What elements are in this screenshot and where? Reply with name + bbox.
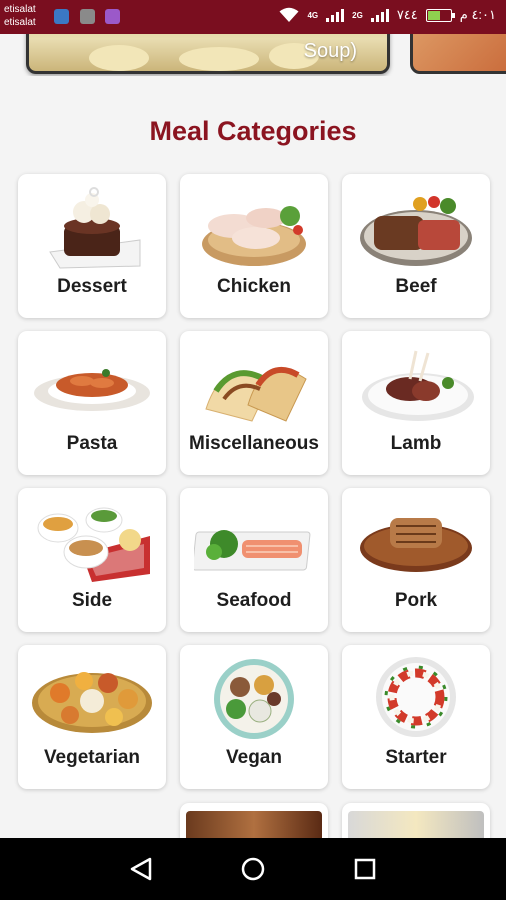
category-card-vegan[interactable]: Vegan xyxy=(180,645,328,789)
pasta-icon xyxy=(34,369,150,411)
gallery-icon xyxy=(80,9,95,24)
network-type-1: 4G xyxy=(307,10,319,20)
wifi-icon xyxy=(279,7,299,22)
category-card-starter[interactable]: Starter xyxy=(342,645,490,789)
pork-icon xyxy=(360,518,472,572)
taco-icon xyxy=(205,366,307,422)
category-label: Miscellaneous xyxy=(189,433,319,454)
category-card-seafood[interactable]: Seafood xyxy=(180,488,328,632)
beef-icon xyxy=(360,196,472,266)
clock: ٤:٠١ م xyxy=(459,7,496,22)
battery-icon xyxy=(425,8,455,22)
back-button[interactable] xyxy=(124,852,158,886)
starter-icon xyxy=(376,657,456,737)
category-card-pasta[interactable]: Pasta xyxy=(18,331,166,475)
category-label: Vegetarian xyxy=(43,747,141,768)
category-card-pork[interactable]: Pork xyxy=(342,488,490,632)
battery-fill xyxy=(427,10,440,20)
vegetarian-icon xyxy=(32,672,152,733)
carrier-labels: etisalat etisalat xyxy=(4,3,36,29)
category-label: Seafood xyxy=(216,590,292,611)
lamb-icon xyxy=(362,350,474,421)
seafood-icon xyxy=(194,530,311,571)
carrier-1: etisalat xyxy=(4,4,36,15)
battery-percent: ٧٤٤ xyxy=(396,7,418,22)
recents-icon xyxy=(354,858,376,880)
dessert-icon xyxy=(49,187,141,269)
category-label: Dessert xyxy=(57,276,127,297)
carousel-slide-next[interactable] xyxy=(410,34,506,74)
vegan-icon xyxy=(214,659,294,739)
category-label: Lamb xyxy=(390,433,442,454)
usb-icon xyxy=(54,9,69,24)
category-label: Beef xyxy=(395,276,437,297)
carousel-slide-current[interactable]: Soup) xyxy=(26,34,390,74)
category-card-partial[interactable] xyxy=(342,803,490,843)
home-icon xyxy=(241,857,265,881)
category-card-side[interactable]: Side xyxy=(18,488,166,632)
category-label: Pasta xyxy=(66,433,118,454)
category-label: Pork xyxy=(394,590,438,611)
status-indicators: 4G 2G ٧٤٤ ٤:٠١ م xyxy=(279,7,496,23)
carousel-caption: Soup) xyxy=(303,40,357,62)
category-card-dessert[interactable]: Dessert xyxy=(18,174,166,318)
notification-app-icon xyxy=(105,9,120,24)
back-icon xyxy=(130,857,152,881)
category-card-beef[interactable]: Beef xyxy=(342,174,490,318)
carrier-2: etisalat xyxy=(4,17,36,28)
chicken-icon xyxy=(202,206,306,266)
system-navigation-bar xyxy=(0,838,506,900)
featured-carousel[interactable]: Soup) xyxy=(0,34,506,76)
home-button[interactable] xyxy=(236,852,270,886)
category-label: Chicken xyxy=(217,276,291,297)
category-card-partial[interactable] xyxy=(180,803,328,843)
category-label: Side xyxy=(71,590,113,611)
signal-icon-1 xyxy=(326,8,345,22)
section-title: Meal Categories xyxy=(149,116,357,146)
category-card-miscellaneous[interactable]: Miscellaneous xyxy=(180,331,328,475)
category-label: Starter xyxy=(385,747,447,768)
signal-icon-2 xyxy=(370,8,389,22)
side-icon xyxy=(37,507,150,582)
category-label: Vegan xyxy=(226,747,282,768)
category-card-chicken[interactable]: Chicken xyxy=(180,174,328,318)
recents-button[interactable] xyxy=(348,852,382,886)
network-type-2: 2G xyxy=(352,10,363,20)
category-card-lamb[interactable]: Lamb xyxy=(342,331,490,475)
status-bar: etisalat etisalat 4G 2G ٧٤٤ ٤:٠١ م xyxy=(0,0,506,34)
category-card-vegetarian[interactable]: Vegetarian xyxy=(18,645,166,789)
